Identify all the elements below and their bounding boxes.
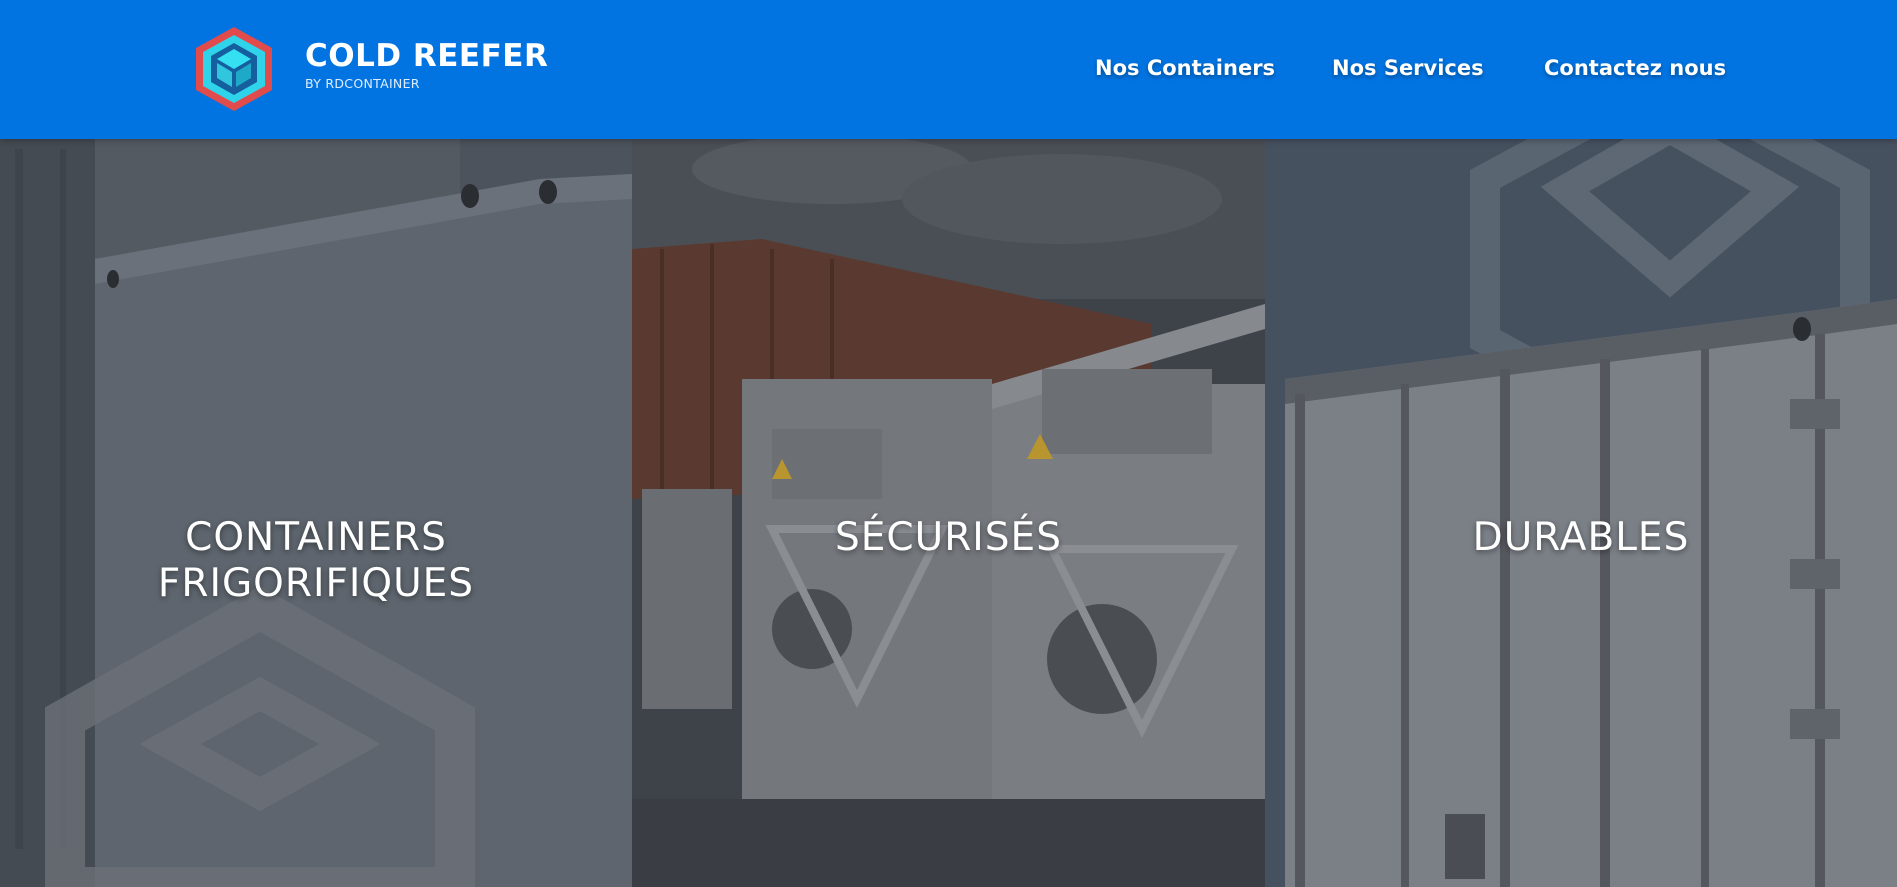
panel-durables[interactable]: DURABLES [1265,139,1897,887]
nav-link-services[interactable]: Nos Services [1332,50,1484,86]
panel-containers-frigorifiques[interactable]: CONTAINERS FRIGORIFIQUES [0,139,632,887]
panel-title-line-2: FRIGORIFIQUES [157,561,475,606]
panel-title: CONTAINERS FRIGORIFIQUES [0,515,632,607]
container-doors-photo-image [1265,139,1897,887]
site-header: COLD REEFER BY RDCONTAINER Nos Container… [0,0,1897,139]
main-nav: Nos Containers Nos Services Contactez no… [0,50,1897,86]
hero-panels: CONTAINERS FRIGORIFIQUES SÉCURISÉS DURAB… [0,139,1897,887]
container-photo-image [0,139,632,887]
panel-title-line-1: CONTAINERS [185,515,447,560]
nav-link-contact[interactable]: Contactez nous [1544,50,1726,86]
reefer-units-photo-image [632,139,1265,887]
panel-securises[interactable]: SÉCURISÉS [632,139,1265,887]
panel-title: SÉCURISÉS [835,515,1062,560]
nav-link-containers[interactable]: Nos Containers [1095,50,1275,86]
panel-title: DURABLES [1472,515,1690,560]
